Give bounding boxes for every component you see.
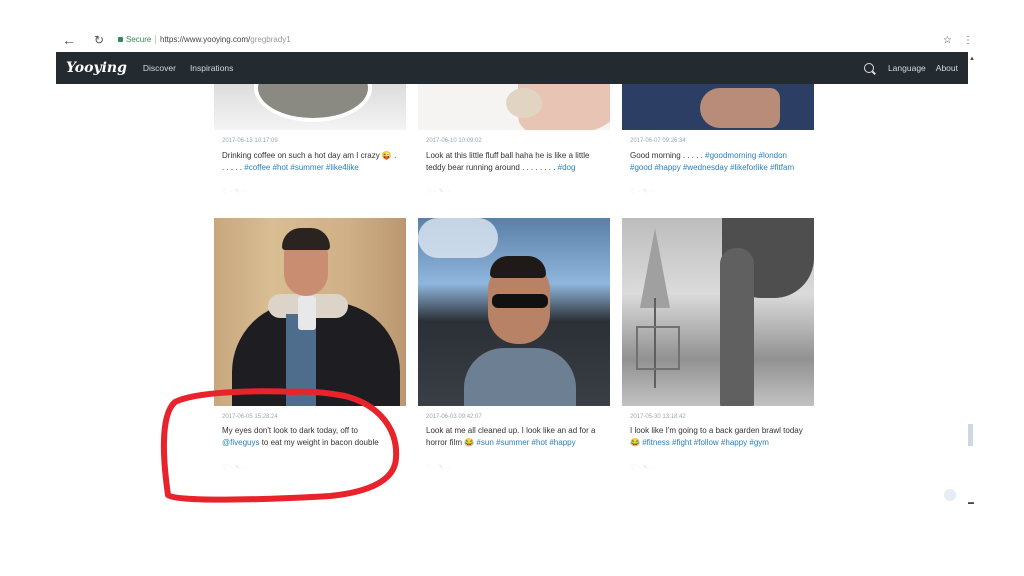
hand-shape [700,88,780,128]
post-date: 2017-06-13 10:17:09 [222,138,278,144]
post-photo[interactable] [418,84,610,130]
nav-discover[interactable]: Discover [143,63,176,73]
caption-text: My eyes don't look to dark today, off to [222,426,358,435]
app-header: Yooying Discover Inspirations Language A… [56,52,968,84]
post-actions[interactable]: ♡ ·· ✎ ·· [630,188,653,195]
chair-shape [636,326,680,370]
scrollbar-thumb[interactable] [968,424,973,446]
post-caption: Look at this little fluff ball haha he i… [426,150,601,174]
post-date: 2017-06-05 15:28:24 [222,414,278,420]
nav-inspirations[interactable]: Inspirations [190,63,233,73]
bookmark-star-icon[interactable]: ☆ [943,36,952,46]
post-caption: I look like I'm going to a back garden b… [630,425,805,449]
post-date: 2017-05-30 13:18:42 [630,414,686,420]
url-path: gregbrady1 [250,35,291,44]
phone-shape [298,296,316,330]
hair-shape [490,256,546,278]
post-caption: Look at me all cleaned up. I look like a… [426,425,601,449]
secure-indicator: Secure [118,35,151,45]
post-date: 2017-06-07 09:26:34 [630,138,686,144]
fur-shape [506,88,542,118]
post-photo[interactable] [418,218,610,406]
shirt-shape [464,348,576,406]
search-icon[interactable] [863,63,874,73]
umbrella-shape [640,228,670,308]
sunglasses-shape [492,294,548,308]
url-divider [155,35,156,44]
secure-label: Secure [126,35,152,44]
post-actions[interactable]: ♡ ·· ✎ ·· [630,464,653,471]
cloud-shape [418,218,498,258]
caption-tags[interactable]: #dog [558,163,576,172]
caption-mention[interactable]: @fiveguys [222,438,259,447]
post-date: 2017-06-10 10:09:02 [426,138,482,144]
post-actions[interactable]: ♡ ·· ✎ ·· [222,464,245,471]
post-date: 2017-06-03 09:42:07 [426,414,482,420]
caption-text-continued: to eat my weight in bacon double [261,438,379,447]
logo[interactable]: Yooying [66,60,127,76]
reload-icon[interactable]: ↻ [94,32,104,48]
caption-text: Good morning . . . . . [630,151,703,160]
post-caption: My eyes don't look to dark today, off to… [222,425,397,449]
back-to-top-button[interactable] [944,489,956,501]
post-photo[interactable] [214,84,406,130]
language-link[interactable]: Language [888,63,926,73]
post-actions[interactable]: ♡ ·· ✎ ·· [426,188,449,195]
post-actions[interactable]: ♡ ·· ✎ ·· [222,188,245,195]
post-photo[interactable] [214,218,406,406]
about-link[interactable]: About [936,63,958,73]
post-actions[interactable]: ♡ ·· ✎ ·· [426,464,449,471]
post-photo[interactable] [622,84,814,130]
post-photo[interactable] [622,218,814,406]
back-arrow-icon[interactable]: ← [62,32,76,48]
scroll-up-arrow-icon[interactable]: ▲ [969,56,975,62]
lock-icon [118,37,123,43]
caption-tags[interactable]: #coffee #hot #summer #like4like [244,163,359,172]
scroll-down-arrow-icon[interactable]: ▬ [968,500,974,506]
url-base: https://www.yooying.com/ [160,35,251,44]
coffee-cup-shape [254,84,372,122]
hair-shape [282,228,330,250]
post-caption: Good morning . . . . . #goodmorning #lon… [630,150,805,174]
post-caption: Drinking coffee on such a hot day am I c… [222,150,397,174]
browser-menu-icon[interactable]: ⋮ [963,36,973,46]
caption-tags[interactable]: #sun #summer #hot #happy [476,438,575,447]
caption-tags[interactable]: #fitness #fight #follow #happy #gym [642,438,769,447]
url-text[interactable]: https://www.yooying.com/gregbrady1 [160,35,291,45]
person-shape [720,248,754,406]
